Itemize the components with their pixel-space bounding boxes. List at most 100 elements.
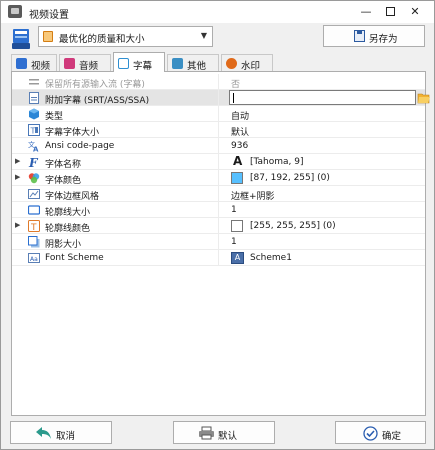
property-name: 保留所有源输入流 (字幕) bbox=[45, 80, 145, 90]
property-row-outline-size[interactable]: 轮廓线大小 1 bbox=[12, 202, 425, 218]
svg-text:T: T bbox=[30, 223, 37, 232]
window-title: 视频设置 bbox=[29, 10, 69, 21]
outline-color-icon: T bbox=[28, 220, 40, 232]
tab-subtitle-label: 字幕 bbox=[133, 61, 153, 72]
property-row-subtitle-font-size[interactable]: T 字幕字体大小 默认 bbox=[12, 122, 425, 138]
property-value: Scheme1 bbox=[250, 253, 292, 263]
property-name: 轮廓线大小 bbox=[45, 208, 91, 218]
settings-window: 视频设置 — ✕ 最优化的质量和大小 ▼ 另存为 视频 音频 字幕 其他 水印 … bbox=[0, 0, 435, 450]
property-row-outline-color[interactable]: ▶ T 轮廓线颜色 [255, 255, 255] (0) bbox=[12, 218, 425, 234]
check-circle-icon bbox=[363, 426, 378, 441]
property-name: 轮廓线颜色 bbox=[45, 224, 91, 234]
property-row-font-name[interactable]: ▶ F 字体名称 A [Tahoma, 9] bbox=[12, 154, 425, 170]
property-row-type[interactable]: 类型 自动 bbox=[12, 106, 425, 122]
folder-open-icon[interactable] bbox=[417, 91, 431, 104]
property-value: 1 bbox=[231, 205, 237, 215]
shadow-icon bbox=[28, 236, 40, 248]
ok-label: 确定 bbox=[382, 431, 402, 442]
cube-icon bbox=[29, 108, 39, 120]
tab-watermark-label: 水印 bbox=[241, 61, 261, 72]
font-icon: F bbox=[28, 156, 39, 168]
cancel-label: 取消 bbox=[56, 431, 76, 442]
undo-arrow-icon bbox=[36, 427, 51, 439]
property-row-font-border-style[interactable]: 字体边框风格 边框+阴影 bbox=[12, 186, 425, 202]
font-color-swatch bbox=[231, 172, 243, 184]
outline-size-icon bbox=[28, 205, 40, 215]
property-value: 自动 bbox=[231, 112, 250, 122]
property-value: 边框+阴影 bbox=[231, 192, 275, 202]
chevron-down-icon: ▼ bbox=[200, 31, 207, 40]
app-icon bbox=[8, 5, 22, 18]
property-name: 字体名称 bbox=[45, 160, 82, 170]
sliders-icon bbox=[172, 58, 183, 69]
font-size-icon: T bbox=[28, 124, 40, 136]
tab-audio-label: 音频 bbox=[79, 61, 99, 72]
tab-other-label: 其他 bbox=[187, 61, 207, 72]
property-row-font-color[interactable]: ▶ 字体颜色 [87, 192, 255] (0) bbox=[12, 170, 425, 186]
tab-subtitle[interactable]: 字幕 bbox=[113, 52, 165, 72]
expand-arrow-icon[interactable]: ▶ bbox=[15, 157, 20, 165]
watermark-icon bbox=[226, 58, 237, 69]
save-as-button[interactable]: 另存为 bbox=[323, 25, 425, 47]
property-value: [255, 255, 255] (0) bbox=[250, 221, 336, 231]
subtitle-icon bbox=[118, 58, 129, 69]
minimize-button[interactable]: — bbox=[358, 4, 374, 20]
subtitle-file-icon bbox=[29, 92, 39, 104]
title-bar: 视频设置 — ✕ bbox=[1, 1, 434, 23]
tab-bar: 视频 音频 字幕 其他 水印 bbox=[11, 52, 431, 72]
scheme-preview-icon: A bbox=[231, 252, 244, 264]
border-style-icon bbox=[28, 189, 40, 199]
property-value: 936 bbox=[231, 141, 249, 151]
close-button[interactable]: ✕ bbox=[407, 4, 423, 20]
font-scheme-icon: Aa bbox=[28, 253, 40, 263]
property-value: 否 bbox=[231, 80, 241, 90]
printer-icon bbox=[199, 426, 214, 440]
tab-video[interactable]: 视频 bbox=[11, 54, 57, 72]
property-name: 类型 bbox=[45, 112, 64, 122]
property-value: [87, 192, 255] (0) bbox=[250, 173, 330, 183]
property-value: 1 bbox=[231, 237, 237, 247]
property-panel: 保留所有源输入流 (字幕) 否 附加字幕 (SRT/ASS/SSA) 类型 自动… bbox=[11, 71, 430, 416]
default-button[interactable]: 默认 bbox=[173, 421, 275, 444]
svg-text:A: A bbox=[33, 146, 39, 153]
property-name: 字体边框风格 bbox=[45, 192, 100, 202]
cancel-button[interactable]: 取消 bbox=[10, 421, 112, 444]
preset-dropdown[interactable]: 最优化的质量和大小 ▼ bbox=[38, 26, 213, 47]
outline-color-swatch bbox=[231, 220, 243, 232]
translate-icon: 文A bbox=[28, 140, 39, 153]
preset-icon bbox=[12, 29, 30, 49]
property-value: 默认 bbox=[231, 128, 250, 138]
default-label: 默认 bbox=[218, 431, 238, 442]
tab-other[interactable]: 其他 bbox=[167, 54, 219, 72]
property-row-font-scheme[interactable]: Aa Font Scheme A Scheme1 bbox=[12, 250, 425, 266]
save-as-label: 另存为 bbox=[369, 34, 398, 45]
svg-text:T: T bbox=[30, 127, 36, 136]
film-icon bbox=[43, 31, 53, 42]
expand-arrow-icon[interactable]: ▶ bbox=[15, 173, 20, 181]
tab-watermark[interactable]: 水印 bbox=[221, 54, 273, 72]
ok-button[interactable]: 确定 bbox=[335, 421, 426, 444]
svg-text:F: F bbox=[28, 156, 39, 168]
maximize-button[interactable] bbox=[382, 4, 398, 20]
property-name: Ansi code-page bbox=[45, 141, 115, 151]
floppy-icon bbox=[354, 30, 365, 42]
property-name: 附加字幕 (SRT/ASS/SSA) bbox=[45, 96, 150, 106]
property-name: Font Scheme bbox=[45, 253, 104, 263]
svg-text:Aa: Aa bbox=[30, 256, 38, 263]
expand-arrow-icon[interactable]: ▶ bbox=[15, 221, 20, 229]
tab-audio[interactable]: 音频 bbox=[59, 54, 111, 72]
property-row-shadow-size[interactable]: 阴影大小 1 bbox=[12, 234, 425, 250]
color-icon bbox=[28, 173, 40, 184]
property-row-ansi-code-page[interactable]: 文A Ansi code-page 936 bbox=[12, 138, 425, 154]
property-value: [Tahoma, 9] bbox=[250, 157, 304, 167]
subtitle-path-input[interactable] bbox=[229, 90, 416, 105]
font-preview-icon: A bbox=[233, 154, 243, 168]
preset-value: 最优化的质量和大小 bbox=[59, 34, 145, 45]
property-row-keep-streams[interactable]: 保留所有源输入流 (字幕) 否 bbox=[12, 74, 425, 90]
property-row-extra-subtitle[interactable]: 附加字幕 (SRT/ASS/SSA) bbox=[12, 90, 430, 106]
video-icon bbox=[16, 58, 27, 69]
property-name: 字体颜色 bbox=[45, 176, 82, 186]
tab-video-label: 视频 bbox=[31, 61, 51, 72]
stream-icon bbox=[29, 79, 39, 85]
property-name: 字幕字体大小 bbox=[45, 128, 100, 138]
